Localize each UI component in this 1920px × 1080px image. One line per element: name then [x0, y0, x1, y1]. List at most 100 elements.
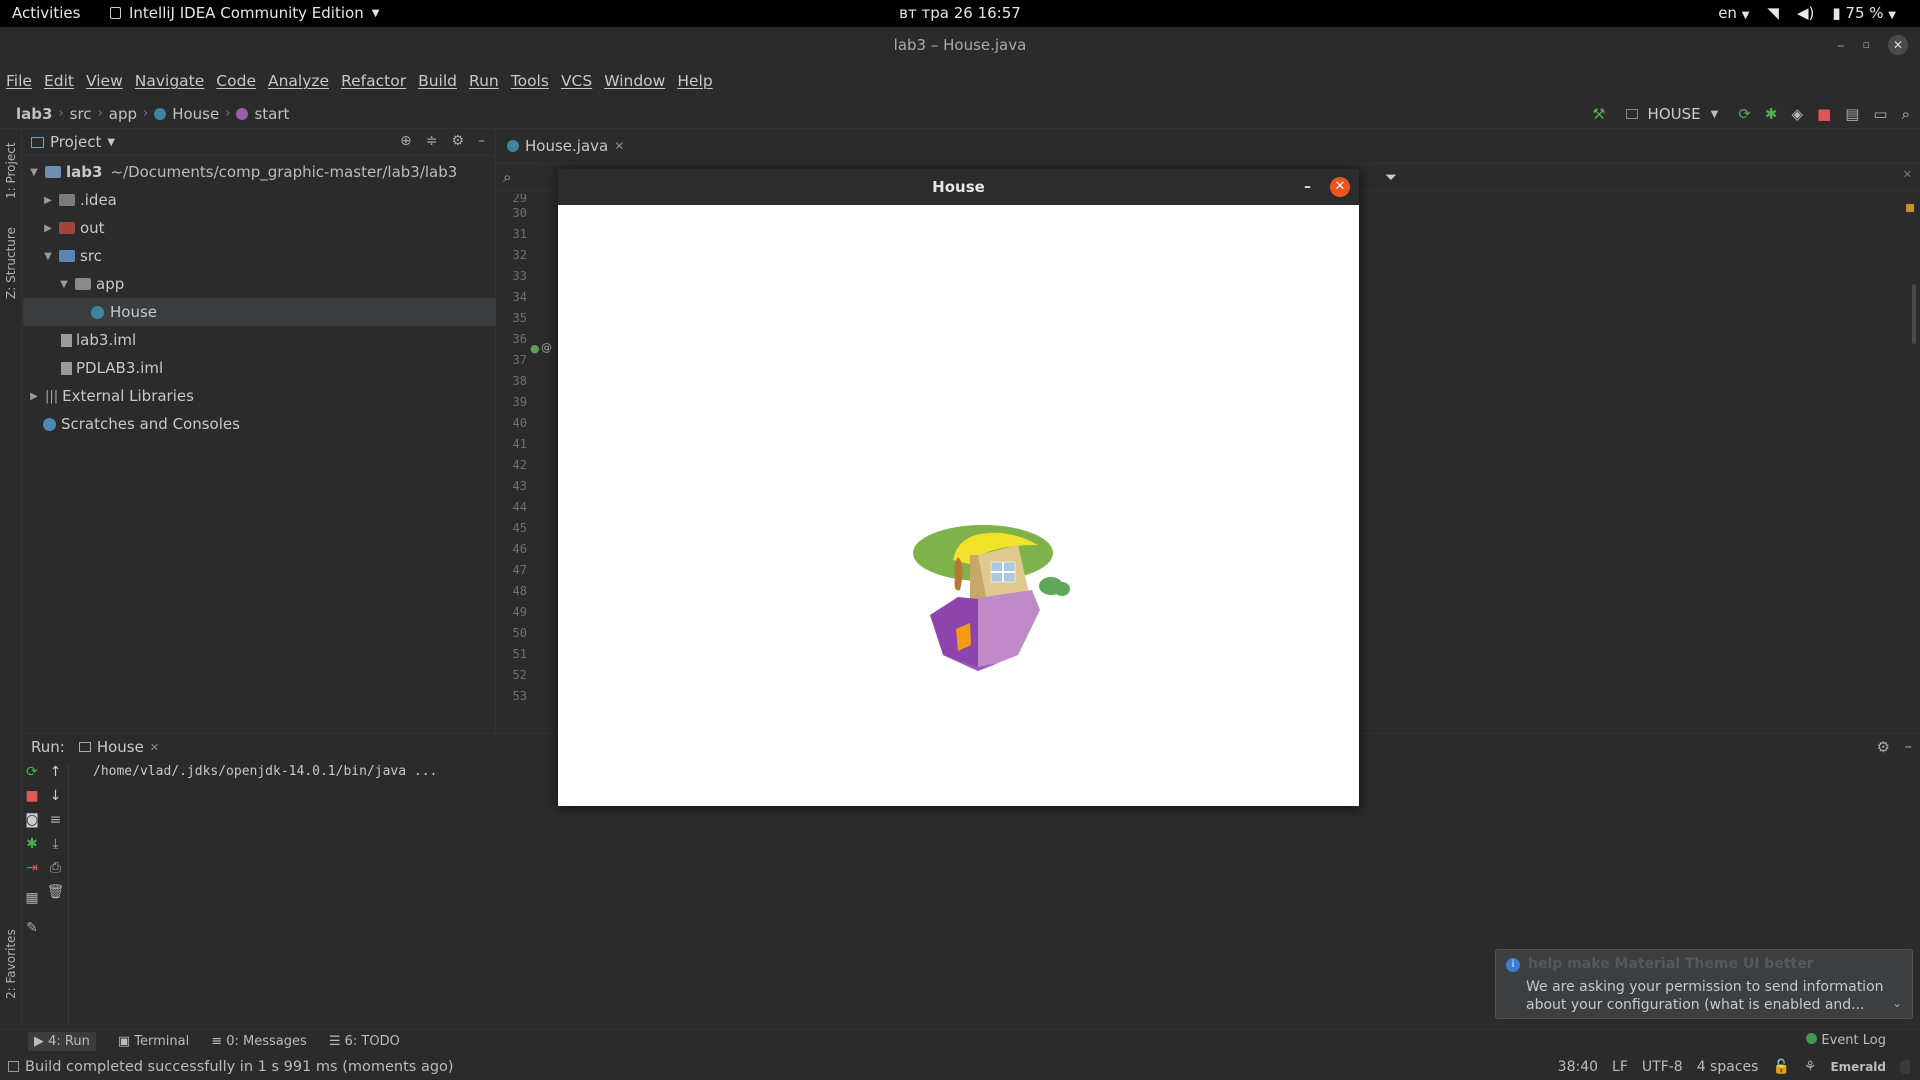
status-toggle-icon[interactable]: [8, 1061, 19, 1072]
tree-item-idea[interactable]: ▶ .idea: [23, 186, 496, 214]
gear-icon[interactable]: ⚙: [1877, 738, 1890, 756]
caret-position[interactable]: 38:40: [1558, 1059, 1598, 1075]
search-icon[interactable]: ⌕: [503, 168, 511, 186]
stop-icon[interactable]: ■: [25, 788, 38, 804]
menu-view[interactable]: View: [86, 72, 123, 90]
house-app-window[interactable]: House – ✕: [558, 169, 1359, 806]
menu-code[interactable]: Code: [216, 72, 256, 90]
close-find-icon[interactable]: ✕: [1903, 168, 1912, 181]
house-canvas[interactable]: [558, 205, 1359, 806]
indent-setting[interactable]: 4 spaces: [1697, 1059, 1759, 1075]
run-tab-house[interactable]: House: [97, 738, 144, 756]
tree-item-scratches[interactable]: Scratches and Consoles: [23, 410, 496, 438]
close-tab-icon[interactable]: ✕: [614, 139, 624, 153]
maximize-icon[interactable]: ▫: [1863, 27, 1870, 63]
menu-tools[interactable]: Tools: [511, 72, 549, 90]
build-hammer-icon[interactable]: ⚒: [1592, 105, 1605, 123]
structure-tool-tab[interactable]: Z: Structure: [4, 227, 18, 299]
menu-build[interactable]: Build: [418, 72, 457, 90]
breadcrumb-class[interactable]: House: [172, 105, 219, 123]
camera-icon[interactable]: ◙: [25, 812, 39, 828]
chevron-down-icon[interactable]: ▼: [57, 279, 71, 290]
project-view-selector[interactable]: Project: [50, 133, 101, 151]
memory-indicator[interactable]: [1900, 1059, 1910, 1074]
language-indicator[interactable]: en: [1718, 4, 1737, 22]
status-message[interactable]: Build completed successfully in 1 s 991 …: [25, 1059, 454, 1075]
rerun-icon[interactable]: ⟳: [1738, 105, 1751, 123]
editor-tab-house[interactable]: House.java: [525, 137, 608, 155]
chevron-right-icon[interactable]: ▶: [27, 391, 41, 402]
project-structure-icon[interactable]: ▤: [1845, 105, 1859, 123]
chevron-right-icon[interactable]: ▶: [41, 223, 55, 234]
breadcrumb-method[interactable]: start: [254, 105, 289, 123]
close-tab-icon[interactable]: ✕: [150, 741, 159, 754]
tree-item-external-libraries[interactable]: ▶ ||| External Libraries: [23, 382, 496, 410]
run-tool-tab[interactable]: ▶ 4: Run: [28, 1032, 96, 1051]
coverage-icon[interactable]: ◈: [1791, 105, 1803, 123]
stop-icon[interactable]: ■: [1817, 105, 1831, 123]
menu-analyze[interactable]: Analyze: [268, 72, 329, 90]
chevron-down-icon[interactable]: ▼: [27, 167, 41, 178]
minimize-icon[interactable]: –: [1837, 27, 1845, 63]
debug-icon[interactable]: ✱: [1765, 105, 1778, 123]
soft-wrap-icon[interactable]: ≡: [50, 812, 62, 828]
collapse-all-icon[interactable]: ≑: [426, 133, 438, 149]
project-tool-tab[interactable]: 1: Project: [4, 142, 18, 199]
rerun-icon[interactable]: ⟳: [26, 764, 38, 780]
run-config-selector[interactable]: HOUSE ▼: [1619, 105, 1725, 123]
terminal-tool-tab[interactable]: ▣ Terminal: [118, 1034, 189, 1049]
house-window-titlebar[interactable]: House – ✕: [558, 169, 1359, 205]
print-icon[interactable]: ⎙: [50, 860, 61, 876]
down-arrow-icon[interactable]: ↓: [50, 788, 62, 804]
favorites-tool-tab[interactable]: 2: Favorites: [4, 929, 18, 999]
clock[interactable]: вт тра 26 16:57: [0, 4, 1920, 22]
scroll-to-end-icon[interactable]: ⤓: [52, 836, 58, 852]
scrollbar-thumb[interactable]: [1912, 284, 1916, 344]
exit-icon[interactable]: ⇥: [26, 860, 38, 876]
close-icon[interactable]: ✕: [1330, 177, 1350, 197]
tree-item-pdlab3-iml[interactable]: PDLAB3.iml: [23, 354, 496, 382]
chevron-right-icon[interactable]: ▶: [41, 195, 55, 206]
close-icon[interactable]: ✕: [1888, 35, 1908, 55]
chevron-down-icon[interactable]: ▼: [41, 251, 55, 262]
up-arrow-icon[interactable]: ↑: [50, 764, 62, 780]
tree-item-src[interactable]: ▼ src: [23, 242, 496, 270]
todo-tool-tab[interactable]: ☰ 6: TODO: [329, 1034, 400, 1049]
file-encoding[interactable]: UTF-8: [1642, 1059, 1683, 1075]
tree-item-house[interactable]: House: [23, 298, 496, 326]
lock-icon[interactable]: 🔓: [1772, 1059, 1789, 1075]
minimize-icon[interactable]: –: [1304, 169, 1311, 205]
notification-balloon[interactable]: i help make Material Theme UI better We …: [1495, 949, 1913, 1019]
filter-icon[interactable]: ⏷: [1385, 168, 1397, 186]
messages-tool-tab[interactable]: ≡ 0: Messages: [211, 1034, 307, 1049]
debug-icon[interactable]: ✱: [26, 836, 38, 852]
breadcrumb-app[interactable]: app: [109, 105, 137, 123]
trash-icon[interactable]: 🗑: [47, 884, 65, 900]
console-output[interactable]: /home/vlad/.jdks/openjdk-14.0.1/bin/java…: [93, 764, 437, 779]
tree-item-app[interactable]: ▼ app: [23, 270, 496, 298]
tree-item-root[interactable]: ▼ lab3 ~/Documents/comp_graphic-master/l…: [23, 158, 496, 186]
tree-item-out[interactable]: ▶ out: [23, 214, 496, 242]
gear-icon[interactable]: ⚙: [451, 133, 464, 149]
search-icon[interactable]: ⌕: [1902, 105, 1910, 123]
menu-navigate[interactable]: Navigate: [135, 72, 205, 90]
layout-icon[interactable]: ▭: [1873, 105, 1887, 123]
menu-file[interactable]: File: [6, 72, 32, 90]
git-icon[interactable]: ⚘: [1804, 1059, 1817, 1075]
system-tray[interactable]: en ▼ ◥ ◀) ▮ 75 % ▼: [1718, 4, 1896, 22]
menu-edit[interactable]: Edit: [44, 72, 74, 90]
menu-window[interactable]: Window: [604, 72, 665, 90]
breadcrumb-project[interactable]: lab3: [16, 105, 52, 123]
hide-icon[interactable]: –: [1905, 737, 1913, 755]
layout-icon[interactable]: ▦: [25, 890, 38, 906]
tree-item-lab3-iml[interactable]: lab3.iml: [23, 326, 496, 354]
annotation-gutter-icon[interactable]: @: [541, 341, 552, 354]
breadcrumb-src[interactable]: src: [70, 105, 92, 123]
locate-icon[interactable]: ⊕: [400, 133, 412, 149]
pin-icon[interactable]: ✎: [26, 920, 38, 936]
menu-vcs[interactable]: VCS: [561, 72, 592, 90]
hide-icon[interactable]: –: [478, 133, 485, 149]
chevron-down-icon[interactable]: ⌄: [1892, 996, 1902, 1010]
override-gutter-icon[interactable]: ●: [530, 342, 540, 355]
menu-help[interactable]: Help: [677, 72, 712, 90]
